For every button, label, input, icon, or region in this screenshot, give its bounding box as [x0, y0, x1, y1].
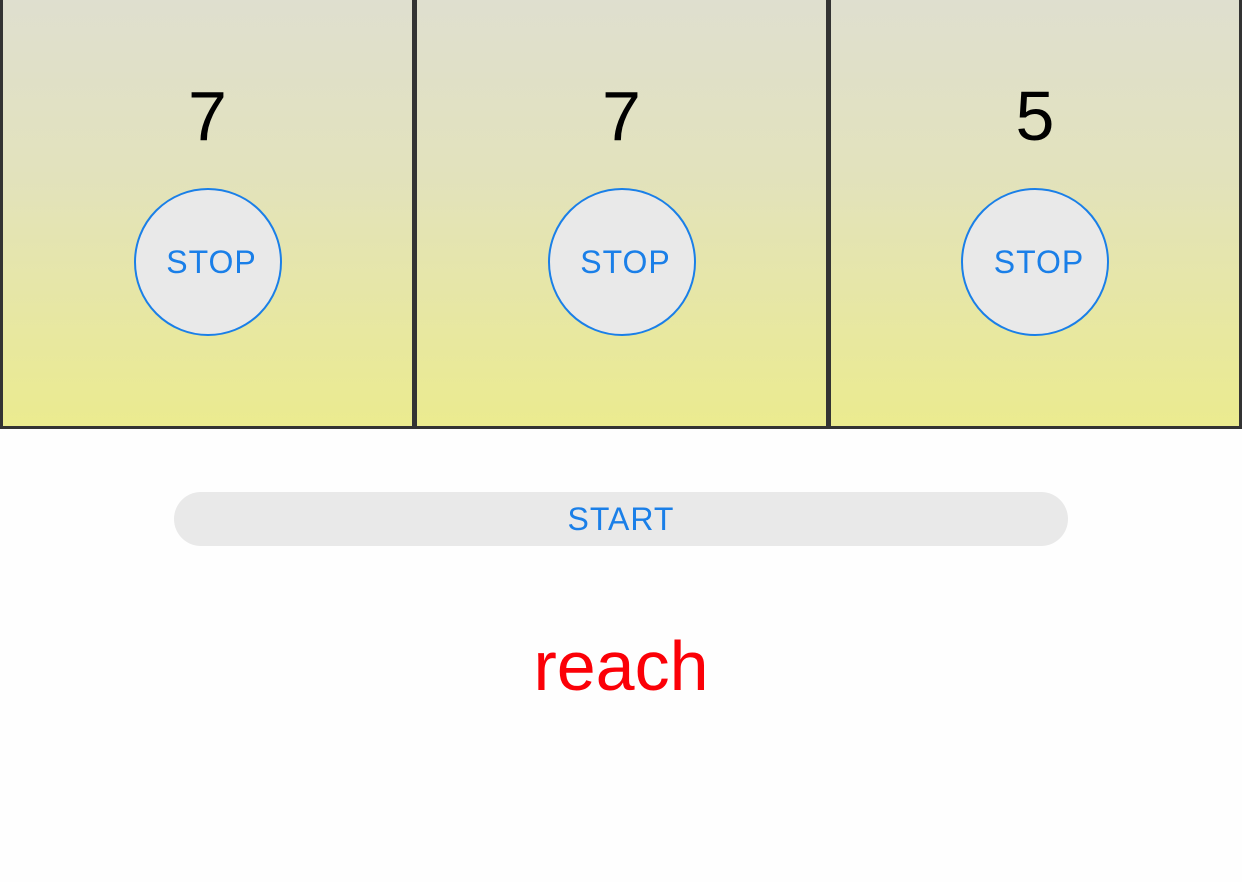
reel-1: 7 STOP: [3, 0, 412, 426]
reel-1-stop-button[interactable]: STOP: [133, 188, 282, 336]
start-button-label: START: [567, 500, 675, 537]
stop-button-label: STOP: [166, 243, 257, 280]
start-button[interactable]: START: [174, 492, 1068, 546]
reel-3-number: 5: [1015, 77, 1055, 155]
stop-button-label: STOP: [580, 243, 671, 280]
reel-1-number: 7: [188, 77, 227, 155]
result-message: reach: [533, 627, 709, 705]
reel-3-stop-button[interactable]: STOP: [961, 188, 1109, 336]
reel-2-number: 7: [602, 77, 641, 155]
reel-3: 5 STOP: [831, 0, 1239, 426]
stop-button-label: STOP: [993, 243, 1085, 280]
slot-reels: 7 STOP 7 STOP 5 STOP: [0, 0, 1242, 429]
reel-2: 7 STOP: [417, 0, 826, 426]
reel-2-stop-button[interactable]: STOP: [547, 188, 696, 336]
